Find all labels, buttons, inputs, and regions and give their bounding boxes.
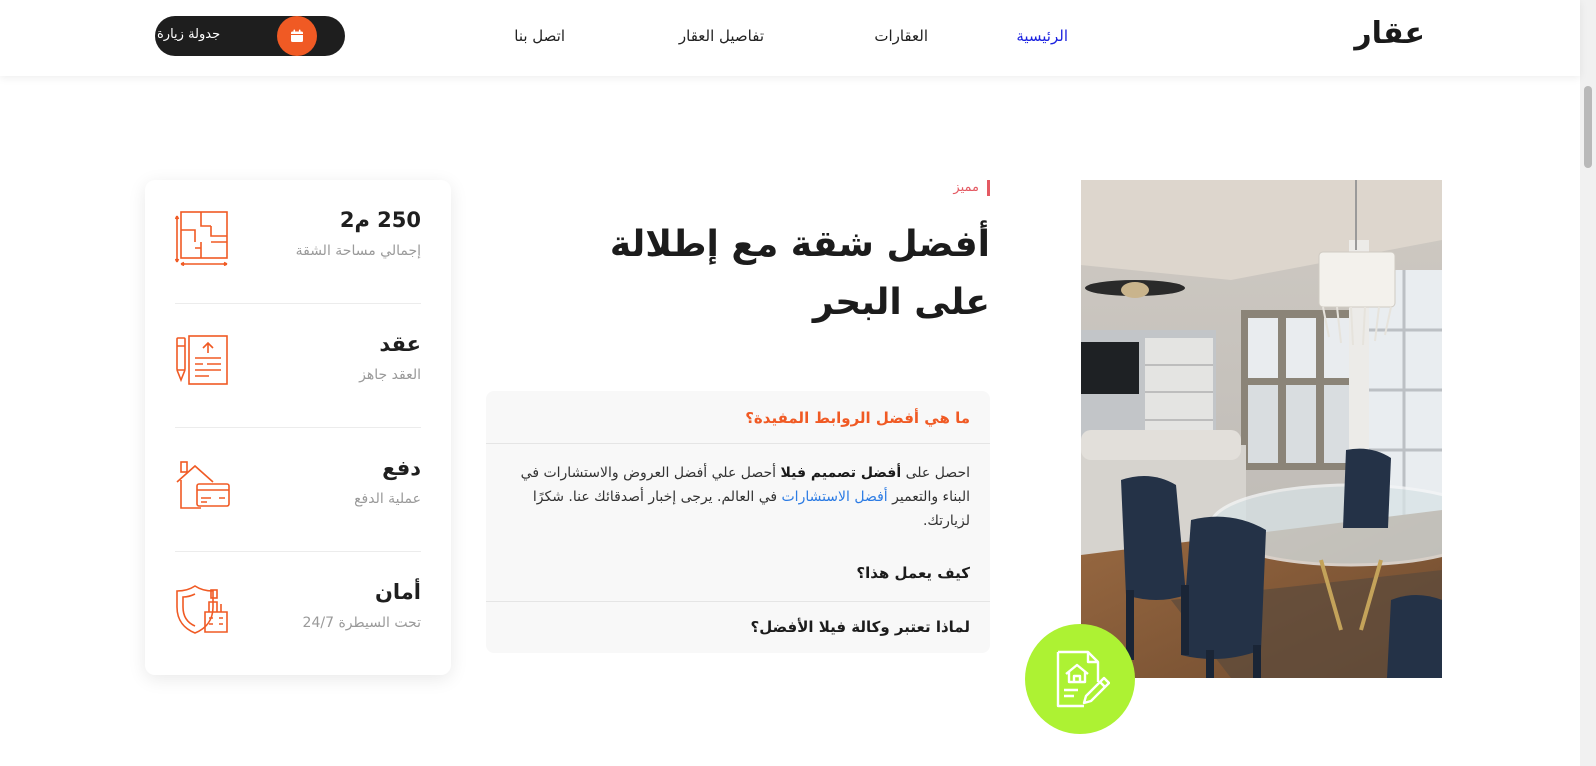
schedule-visit-button[interactable]: جدولة زيارة: [155, 16, 345, 56]
property-document-badge: [1025, 624, 1135, 734]
accordion-question-useful-links[interactable]: ما هي أفضل الروابط المفيدة؟: [745, 409, 970, 427]
feature-title: أمان: [374, 580, 421, 604]
floor-plan-icon: [174, 210, 231, 267]
calendar-icon: [277, 16, 317, 56]
best-consultations-link[interactable]: أفضل الاستشارات: [782, 489, 888, 505]
nav-properties[interactable]: العقارات: [874, 27, 928, 45]
page-scrollbar[interactable]: [1580, 0, 1596, 766]
feature-subtitle: عملية الدفع: [354, 491, 421, 507]
accordion-question-why-best[interactable]: لماذا تعتبر وكالة فيلا الأفضل؟: [751, 618, 970, 636]
contract-icon: [175, 334, 231, 390]
feature-payment: دفع عملية الدفع: [175, 428, 421, 552]
nav-home[interactable]: الرئيسية: [1016, 27, 1068, 45]
scrollbar-thumb[interactable]: [1584, 86, 1592, 168]
feature-contract: عقد العقد جاهز: [175, 304, 421, 428]
feature-title: دفع: [382, 456, 421, 480]
accordion-answer: احصل على أفضل تصميم فيلا أحصل علي أفضل ا…: [510, 461, 970, 533]
feature-security: أمان تحت السيطرة 24/7: [175, 552, 421, 676]
feature-subtitle: العقد جاهز: [359, 367, 421, 383]
nav-property-details[interactable]: تفاصيل العقار: [679, 27, 764, 45]
schedule-visit-label: جدولة زيارة: [157, 27, 221, 42]
accordion-question-how-it-works[interactable]: كيف يعمل هذا؟: [856, 564, 970, 582]
feature-title: 250 م2: [339, 208, 421, 232]
site-logo[interactable]: عقار: [1354, 16, 1425, 51]
house-document-icon: [1056, 650, 1110, 708]
answer-text: احصل على: [901, 465, 970, 481]
feature-subtitle: إجمالي مساحة الشقة: [295, 243, 421, 259]
payment-icon: [175, 458, 231, 514]
feature-area: 250 م2 إجمالي مساحة الشقة: [174, 180, 421, 304]
site-header: عقار الرئيسية العقارات تفاصيل العقار اتص…: [0, 0, 1580, 76]
security-icon: [175, 582, 231, 638]
feature-title: عقد: [379, 332, 421, 356]
accordion-divider: [486, 601, 990, 602]
property-photo: [1081, 180, 1442, 678]
features-card: 250 م2 إجمالي مساحة الشقة عقد العقد جاهز: [145, 180, 451, 675]
accordion-divider: [486, 443, 990, 444]
faq-accordion: ما هي أفضل الروابط المفيدة؟ احصل على أفض…: [486, 391, 990, 653]
featured-tag: مميز: [953, 180, 990, 196]
answer-bold-text: أفضل تصميم فيلا: [780, 465, 902, 481]
page-headline: أفضل شقة مع إطلالة على البحر: [609, 224, 990, 323]
feature-subtitle: تحت السيطرة 24/7: [302, 615, 421, 631]
nav-contact[interactable]: اتصل بنا: [514, 27, 565, 45]
